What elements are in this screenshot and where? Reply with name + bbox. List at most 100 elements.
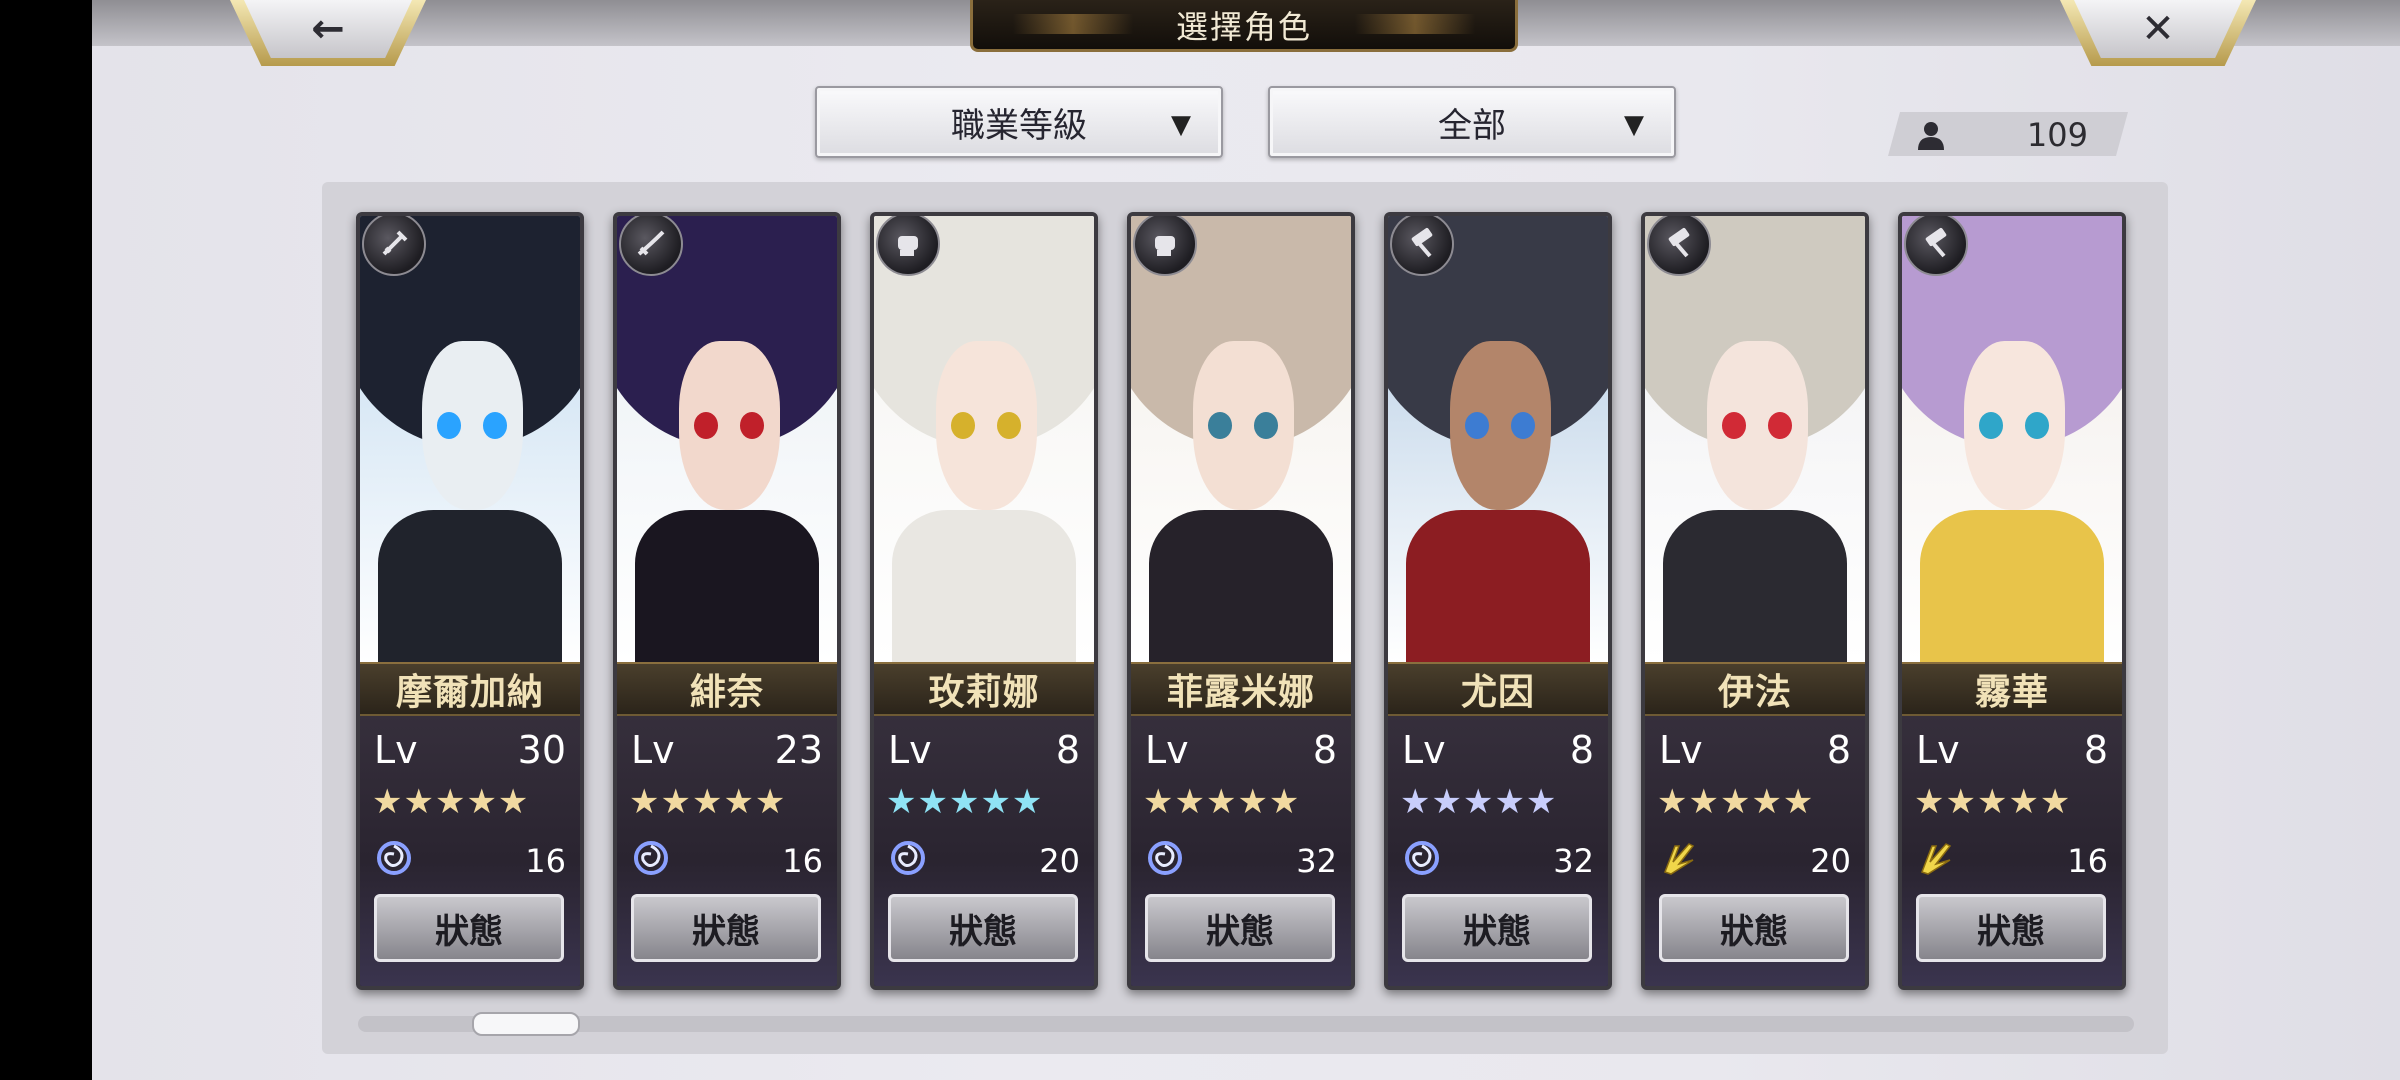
portrait-eye — [694, 412, 719, 439]
portrait-outfit — [634, 510, 820, 662]
sort-dropdown[interactable]: 職業等級 ▼ — [815, 86, 1223, 158]
star-rating: ★★★★★ — [1400, 782, 1558, 822]
character-portrait — [1645, 216, 1865, 662]
portrait-eye — [1465, 412, 1490, 439]
character-info: 玫莉娜 Lv 8 ★★★★★ 20 狀態 — [874, 662, 1094, 986]
stat-value: 16 — [2067, 842, 2108, 880]
character-name: 摩爾加納 — [360, 662, 580, 716]
stat-value: 16 — [782, 842, 823, 880]
portrait-outfit — [1662, 510, 1848, 662]
stat-value: 16 — [525, 842, 566, 880]
category-dropdown-label: 全部 — [1438, 105, 1506, 146]
spiral-icon — [634, 841, 668, 875]
level-label: Lv — [1145, 728, 1189, 772]
character-info: 伊法 Lv 8 ★★★★★ 20 狀態 — [1645, 662, 1865, 986]
stat-value: 20 — [1810, 842, 1851, 880]
status-button[interactable]: 狀態 — [374, 894, 564, 962]
character-portrait — [1131, 216, 1351, 662]
status-button[interactable]: 狀態 — [1659, 894, 1849, 962]
status-button[interactable]: 狀態 — [631, 894, 821, 962]
character-name: 霧華 — [1902, 662, 2122, 716]
character-count: 109 — [2026, 116, 2088, 154]
page-title: 選擇角色 — [970, 0, 1518, 52]
title-ornament-right — [1355, 14, 1475, 34]
portrait-eye — [1979, 412, 2004, 439]
stat-value: 20 — [1039, 842, 1080, 880]
character-name: 尤因 — [1388, 662, 1608, 716]
hammer-icon — [1647, 216, 1711, 276]
character-name: 菲露米娜 — [1131, 662, 1351, 716]
character-portrait — [1902, 216, 2122, 662]
lightning-wing-icon — [1664, 843, 1695, 875]
chevron-down-icon: ▼ — [1171, 110, 1191, 140]
scrollbar-thumb[interactable] — [472, 1012, 580, 1036]
star-rating: ★★★★★ — [629, 782, 787, 822]
character-info: 摩爾加納 Lv 30 ★★★★★ 16 狀態 — [360, 662, 580, 986]
character-card[interactable]: 尤因 Lv 8 ★★★★★ 32 狀態 — [1384, 212, 1612, 990]
character-info: 菲露米娜 Lv 8 ★★★★★ 32 狀態 — [1131, 662, 1351, 986]
status-button[interactable]: 狀態 — [1145, 894, 1335, 962]
back-button[interactable]: ← — [244, 0, 412, 58]
title-ornament-left — [1013, 14, 1133, 34]
hammer-icon — [1904, 216, 1968, 276]
close-button[interactable]: ✕ — [2074, 0, 2242, 58]
fist-icon — [1133, 216, 1197, 276]
character-card[interactable]: 摩爾加納 Lv 30 ★★★★★ 16 狀態 — [356, 212, 584, 990]
stat-value: 32 — [1553, 842, 1594, 880]
portrait-eye — [1208, 412, 1233, 439]
star-rating: ★★★★★ — [1143, 782, 1301, 822]
person-icon — [1918, 122, 1944, 150]
page-title-text: 選擇角色 — [1175, 7, 1312, 46]
level-label: Lv — [374, 728, 418, 772]
level-label: Lv — [1916, 728, 1960, 772]
status-button[interactable]: 狀態 — [1402, 894, 1592, 962]
portrait-outfit — [377, 510, 563, 662]
character-info: 緋奈 Lv 23 ★★★★★ 16 狀態 — [617, 662, 837, 986]
character-card[interactable]: 菲露米娜 Lv 8 ★★★★★ 32 狀態 — [1127, 212, 1355, 990]
character-card[interactable]: 緋奈 Lv 23 ★★★★★ 16 狀態 — [613, 212, 841, 990]
fist-icon — [876, 216, 940, 276]
character-name: 緋奈 — [617, 662, 837, 716]
star-rating: ★★★★★ — [1657, 782, 1815, 822]
level-value: 30 — [517, 728, 566, 772]
character-portrait — [874, 216, 1094, 662]
level-value: 23 — [774, 728, 823, 772]
character-portrait — [1388, 216, 1608, 662]
character-count-badge: 109 — [1888, 112, 2128, 156]
character-name: 玫莉娜 — [874, 662, 1094, 716]
level-value: 8 — [1055, 728, 1080, 772]
character-card[interactable]: 霧華 Lv 8 ★★★★★ 16 狀態 — [1898, 212, 2126, 990]
spiral-icon — [1405, 841, 1439, 875]
portrait-outfit — [891, 510, 1077, 662]
character-card[interactable]: 玫莉娜 Lv 8 ★★★★★ 20 狀態 — [870, 212, 1098, 990]
level-label: Lv — [1402, 728, 1446, 772]
horizontal-scrollbar[interactable] — [358, 1016, 2134, 1032]
level-label: Lv — [631, 728, 675, 772]
hammer-icon — [1390, 216, 1454, 276]
category-dropdown[interactable]: 全部 ▼ — [1268, 86, 1676, 158]
lightning-wing-icon — [1921, 843, 1952, 875]
sword-icon — [362, 216, 426, 276]
spiral-icon — [377, 841, 411, 875]
character-name: 伊法 — [1645, 662, 1865, 716]
level-value: 8 — [1312, 728, 1337, 772]
level-value: 8 — [1826, 728, 1851, 772]
character-info: 尤因 Lv 8 ★★★★★ 32 狀態 — [1388, 662, 1608, 986]
status-button[interactable]: 狀態 — [888, 894, 1078, 962]
character-portrait — [360, 216, 580, 662]
spiral-icon — [891, 841, 925, 875]
status-button[interactable]: 狀態 — [1916, 894, 2106, 962]
level-value: 8 — [1569, 728, 1594, 772]
spiral-icon — [1148, 841, 1182, 875]
star-rating: ★★★★★ — [372, 782, 530, 822]
portrait-outfit — [1148, 510, 1334, 662]
character-card[interactable]: 伊法 Lv 8 ★★★★★ 20 狀態 — [1641, 212, 1869, 990]
star-rating: ★★★★★ — [886, 782, 1044, 822]
katana-icon — [619, 216, 683, 276]
stat-value: 32 — [1296, 842, 1337, 880]
level-label: Lv — [1659, 728, 1703, 772]
close-icon: ✕ — [2141, 6, 2175, 52]
character-info: 霧華 Lv 8 ★★★★★ 16 狀態 — [1902, 662, 2122, 986]
star-rating: ★★★★★ — [1914, 782, 2072, 822]
portrait-eye — [951, 412, 976, 439]
